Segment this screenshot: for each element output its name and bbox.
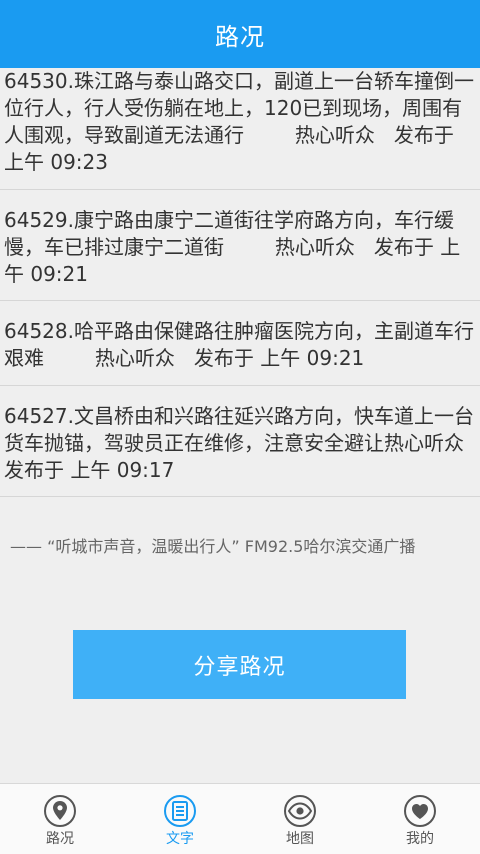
page-title: 路况	[215, 22, 265, 51]
report-meta: 热心听众 发布于 上午 09:21	[44, 346, 365, 370]
document-icon	[164, 795, 196, 827]
header-bar: 路况	[0, 0, 480, 68]
tab-label: 地图	[286, 831, 314, 847]
tab-label: 路况	[46, 831, 74, 847]
report-item[interactable]: 64530.珠江路与泰山路交口，副道上一台轿车撞倒一位行人，行人受伤躺在地上，1…	[0, 68, 480, 190]
eye-icon	[284, 795, 316, 827]
tab-label: 文字	[166, 831, 194, 847]
report-item[interactable]: 64528.哈平路由保健路往肿瘤医院方向，主副道车行艰难 热心听众 发布于 上午…	[0, 301, 480, 386]
tab-mine[interactable]: 我的	[360, 784, 480, 854]
report-item[interactable]: 64529.康宁路由康宁二道街往学府路方向，车行缓慢，车已排过康宁二道街 热心听…	[0, 190, 480, 301]
heart-icon	[404, 795, 436, 827]
tab-label: 我的	[406, 831, 434, 847]
report-item[interactable]: 64527.文昌桥由和兴路往延兴路方向，快车道上一台货车抛锚，驾驶员正在维修，注…	[0, 386, 480, 497]
tab-traffic[interactable]: 路况	[0, 784, 120, 854]
tab-text[interactable]: 文字	[120, 784, 240, 854]
radio-slogan: —— “听城市声音，温暖出行人” FM92.5哈尔滨交通广播	[10, 537, 416, 556]
location-pin-icon	[44, 795, 76, 827]
share-traffic-button[interactable]: 分享路况	[73, 630, 406, 699]
traffic-report-list: 64530.珠江路与泰山路交口，副道上一台轿车撞倒一位行人，行人受伤躺在地上，1…	[0, 68, 480, 497]
tab-map[interactable]: 地图	[240, 784, 360, 854]
bottom-tab-bar: 路况 文字 地图 我的	[0, 783, 480, 854]
